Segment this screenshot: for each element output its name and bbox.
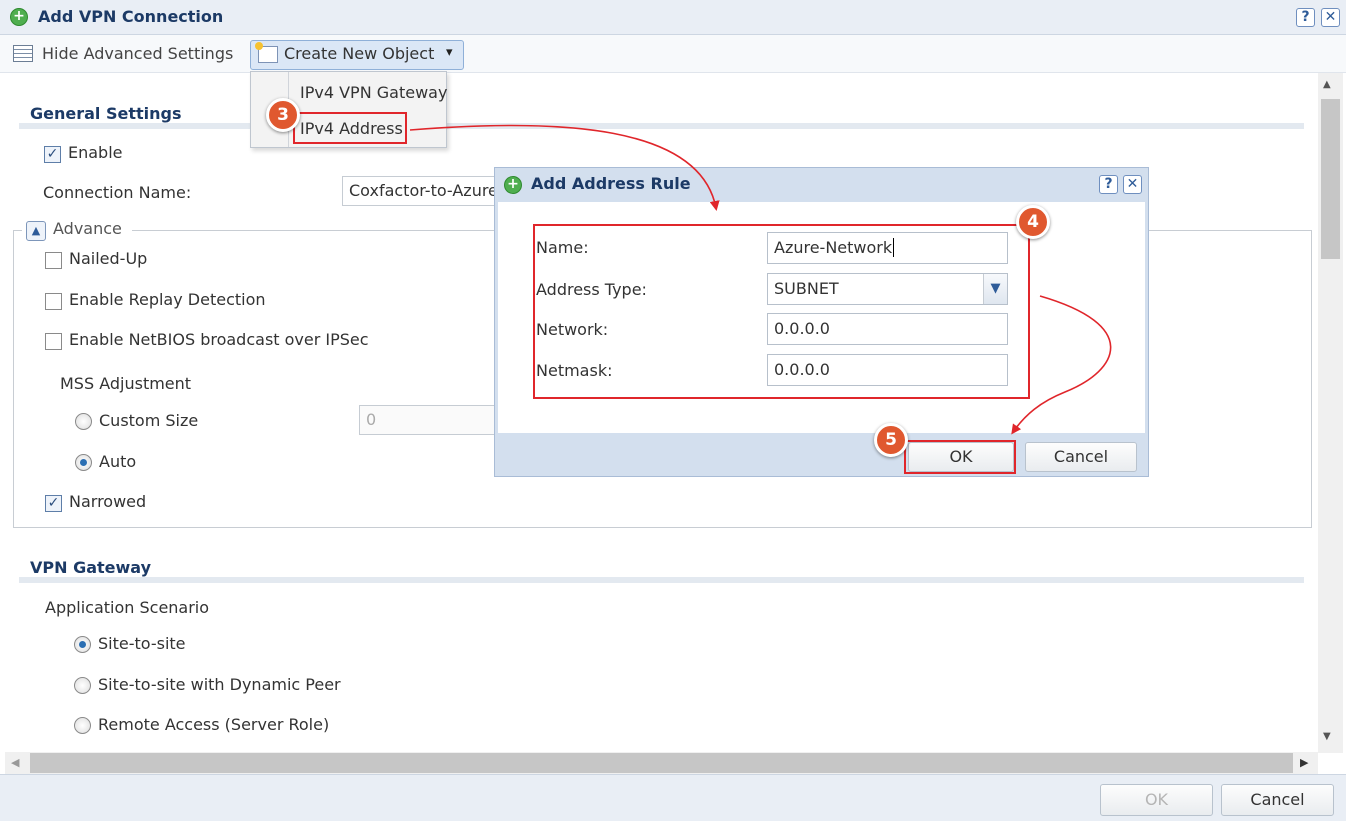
step-4-badge: 4	[1016, 205, 1050, 239]
arrow-step4-to-ok	[1011, 295, 1112, 435]
arrow-step3-to-dialog	[409, 124, 720, 211]
annotation-arrows	[409, 124, 1112, 435]
step-5-badge: 5	[874, 423, 908, 457]
step-3-badge: 3	[266, 98, 300, 132]
